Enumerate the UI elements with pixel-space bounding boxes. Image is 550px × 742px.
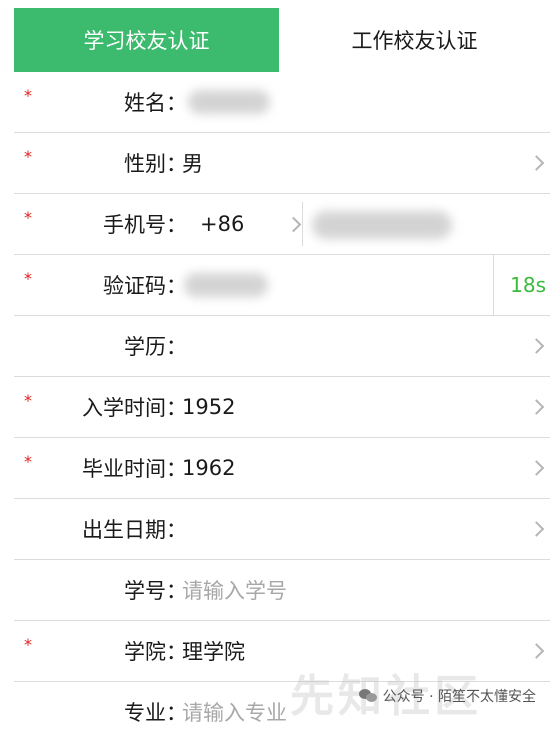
name-row[interactable]: * 姓名 ： (14, 72, 550, 133)
colon: ： (166, 152, 187, 176)
colon: ： (166, 396, 187, 420)
tab-work-alumni[interactable]: 工作校友认证 (279, 8, 550, 72)
code-label: 验证码 (103, 274, 166, 298)
divider (493, 255, 494, 315)
country-code-select[interactable]: +86 (200, 212, 270, 236)
enroll-row[interactable]: * 入学时间 ： 1952 (14, 377, 550, 438)
required-mark: * (24, 208, 32, 227)
required-mark: * (24, 269, 32, 288)
required-mark: * (24, 452, 32, 471)
colon: ： (166, 640, 187, 664)
name-input[interactable] (182, 72, 550, 132)
colon: ： (166, 518, 187, 542)
graduate-row[interactable]: * 毕业时间 ： 1962 (14, 438, 550, 499)
gender-value[interactable]: 男 (182, 133, 550, 193)
colon: ： (166, 579, 187, 603)
student-id-label: 学号 (124, 579, 166, 603)
education-label: 学历 (124, 335, 166, 359)
chevron-right-icon (285, 216, 302, 232)
redacted-phone-input[interactable] (312, 211, 452, 239)
colon: ： (166, 213, 187, 237)
code-row[interactable]: * 验证码 ： 18s (14, 255, 550, 316)
colon: ： (166, 91, 187, 115)
colon: ： (166, 274, 187, 298)
major-row[interactable]: 专业 ： 请输入专业 (14, 682, 550, 742)
phone-label: 手机号 (103, 213, 166, 237)
auth-tabs: 学习校友认证 工作校友认证 (14, 8, 550, 72)
required-mark: * (24, 147, 32, 166)
college-row[interactable]: * 学院 ： 理学院 (14, 621, 550, 682)
enroll-label: 入学时间 (82, 396, 166, 420)
major-label: 专业 (124, 701, 166, 725)
required-mark: * (24, 86, 32, 105)
colon: ： (166, 457, 187, 481)
redacted-name (188, 90, 270, 114)
student-id-input[interactable]: 请输入学号 (182, 560, 550, 620)
college-value[interactable]: 理学院 (182, 621, 550, 681)
code-input[interactable] (182, 255, 550, 315)
birth-row[interactable]: 出生日期 ： (14, 499, 550, 560)
tab-study-alumni[interactable]: 学习校友认证 (14, 8, 279, 72)
required-mark: * (24, 635, 32, 654)
colon: ： (166, 701, 187, 725)
education-value[interactable] (182, 316, 550, 376)
required-mark: * (24, 391, 32, 410)
graduate-value[interactable]: 1962 (182, 438, 550, 498)
gender-label: 性别 (124, 152, 166, 176)
resend-countdown: 18s (510, 273, 546, 297)
gender-row[interactable]: * 性别 ： 男 (14, 133, 550, 194)
graduate-label: 毕业时间 (82, 457, 166, 481)
enroll-value[interactable]: 1952 (182, 377, 550, 437)
education-row[interactable]: 学历 ： (14, 316, 550, 377)
major-input[interactable]: 请输入专业 (182, 682, 550, 742)
alumni-form: * 姓名 ： * 性别 ： 男 * 手机号 ： +86 * 验证码 ： 18s … (14, 72, 550, 742)
phone-row[interactable]: * 手机号 ： +86 (14, 194, 550, 255)
divider (302, 202, 303, 246)
student-id-row[interactable]: 学号 ： 请输入学号 (14, 560, 550, 621)
college-label: 学院 (124, 640, 166, 664)
colon: ： (166, 335, 187, 359)
name-label: 姓名 (124, 91, 166, 115)
redacted-code (184, 273, 268, 297)
birth-value[interactable] (182, 499, 550, 559)
birth-label: 出生日期 (82, 518, 166, 542)
